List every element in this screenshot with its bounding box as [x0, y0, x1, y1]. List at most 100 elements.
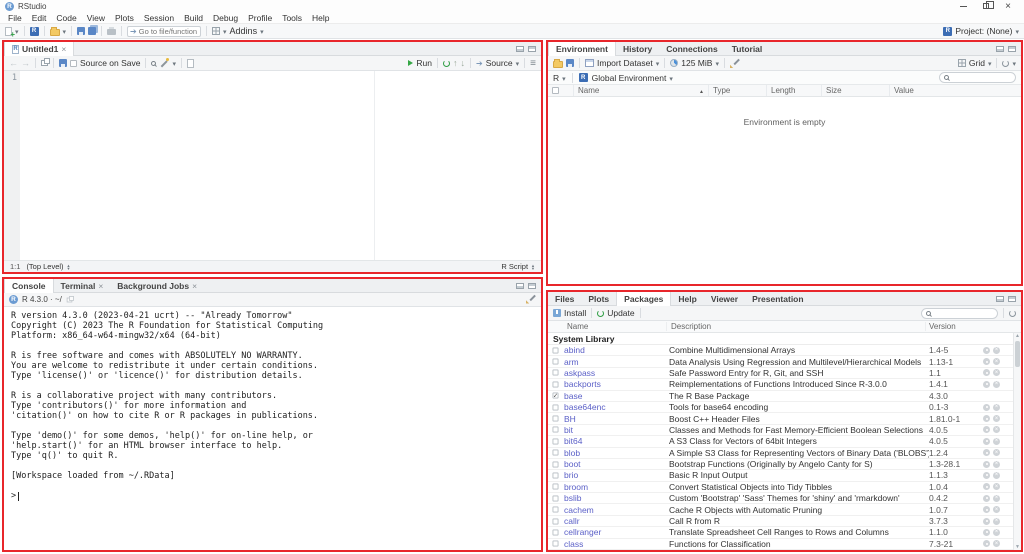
package-name-link[interactable]: cachem [559, 505, 669, 515]
menu-item[interactable]: Help [307, 13, 334, 23]
language-selector[interactable]: R [553, 73, 566, 83]
browse-package-icon[interactable] [983, 426, 990, 433]
package-row[interactable]: brio Basic R Input Output 1.1.3 × [548, 470, 1013, 481]
package-row[interactable]: callr Call R from R 3.7.3 × [548, 516, 1013, 527]
tab-close-icon[interactable] [192, 281, 197, 291]
pane-layout-caret-icon[interactable] [223, 26, 227, 36]
browse-package-icon[interactable] [983, 540, 990, 547]
filetype-selector[interactable]: R Script [501, 262, 535, 271]
package-name-link[interactable]: backports [559, 379, 669, 389]
environment-scope-selector[interactable]: Global Environment [592, 73, 673, 83]
browse-package-icon[interactable] [983, 438, 990, 445]
menu-item[interactable]: Debug [208, 13, 243, 23]
menu-item[interactable]: View [82, 13, 110, 23]
menu-item[interactable]: Build [179, 13, 208, 23]
open-file-caret-icon[interactable] [63, 26, 67, 36]
package-row[interactable]: askpass Safe Password Entry for R, Git, … [548, 368, 1013, 379]
remove-package-icon[interactable]: × [993, 381, 1000, 388]
package-name-link[interactable]: askpass [559, 368, 669, 378]
remove-package-icon[interactable]: × [993, 369, 1000, 376]
console-prompt-line[interactable]: > [11, 491, 541, 501]
project-button[interactable]: Project: (None) [955, 26, 1019, 36]
package-row[interactable]: arm Data Analysis Using Regression and M… [548, 356, 1013, 367]
tab-connections[interactable]: Connections [659, 42, 724, 55]
compile-report-icon[interactable] [187, 59, 194, 68]
pane-maximize-icon[interactable] [528, 46, 536, 52]
remove-package-icon[interactable]: × [993, 358, 1000, 365]
package-name-link[interactable]: brio [559, 470, 669, 480]
code-editor[interactable]: 1 [4, 71, 541, 260]
package-name-link[interactable]: BH [559, 414, 669, 424]
save-all-icon[interactable] [88, 27, 96, 35]
package-loaded-checkbox[interactable] [553, 484, 559, 490]
browse-package-icon[interactable] [983, 347, 990, 354]
menu-item[interactable]: Edit [27, 13, 52, 23]
package-row[interactable]: cellranger Translate Spreadsheet Cell Ra… [548, 527, 1013, 538]
memory-usage-icon[interactable] [670, 59, 678, 67]
browse-package-icon[interactable] [983, 369, 990, 376]
open-file-icon[interactable] [50, 29, 60, 36]
code-tools-icon[interactable] [159, 58, 169, 68]
package-loaded-checkbox[interactable] [553, 438, 559, 444]
package-name-link[interactable]: bit [559, 425, 669, 435]
environment-search-box[interactable] [939, 72, 1016, 83]
tab-history[interactable]: History [616, 42, 659, 55]
remove-package-icon[interactable]: × [993, 426, 1000, 433]
package-loaded-checkbox[interactable] [553, 370, 559, 376]
package-name-link[interactable]: callr [559, 516, 669, 526]
remove-package-icon[interactable]: × [993, 461, 1000, 468]
browse-package-icon[interactable] [983, 495, 990, 502]
scope-selector[interactable]: (Top Level) [26, 262, 70, 271]
menu-item[interactable]: Code [51, 13, 81, 23]
browse-package-icon[interactable] [983, 404, 990, 411]
tab-plots[interactable]: Plots [581, 292, 616, 305]
code-tools-caret-icon[interactable] [172, 58, 176, 68]
console-output[interactable]: R version 4.3.0 (2023-04-21 ucrt) -- "Al… [4, 307, 541, 550]
tab-close-icon[interactable] [98, 281, 103, 291]
remove-package-icon[interactable]: × [993, 438, 1000, 445]
package-name-link[interactable]: bslib [559, 493, 669, 503]
menu-item[interactable]: File [3, 13, 27, 23]
tab-close-icon[interactable] [61, 44, 66, 54]
remove-package-icon[interactable]: × [993, 506, 1000, 513]
package-row[interactable]: abind Combine Multidimensional Arrays 1.… [548, 345, 1013, 356]
column-header-name[interactable]: Name [574, 85, 709, 96]
source-on-save-checkbox[interactable] [70, 60, 77, 67]
package-row[interactable]: base The R Base Package 4.3.0 × [548, 391, 1013, 402]
scrollbar[interactable]: ▲ ▼ [1013, 333, 1021, 550]
package-loaded-checkbox[interactable] [553, 427, 559, 433]
browse-package-icon[interactable] [983, 449, 990, 456]
pane-minimize-icon[interactable] [996, 296, 1004, 302]
browse-package-icon[interactable] [983, 472, 990, 479]
tab-presentation[interactable]: Presentation [745, 292, 811, 305]
source-file-icon[interactable] [476, 58, 483, 68]
remove-package-icon[interactable]: × [993, 347, 1000, 354]
menu-item[interactable]: Profile [243, 13, 277, 23]
package-row[interactable]: bit Classes and Methods for Fast Memory-… [548, 425, 1013, 436]
packages-search-box[interactable] [921, 308, 998, 319]
remove-package-icon[interactable]: × [993, 449, 1000, 456]
clear-workspace-icon[interactable] [730, 58, 740, 68]
scrollbar-thumb[interactable] [1015, 341, 1020, 367]
console-popout-icon[interactable] [66, 297, 72, 302]
package-name-link[interactable]: broom [559, 482, 669, 492]
package-loaded-checkbox[interactable] [553, 393, 559, 399]
package-loaded-checkbox[interactable] [553, 473, 559, 479]
package-row[interactable]: class Functions for Classification 7.3-2… [548, 539, 1013, 550]
package-name-link[interactable]: boot [559, 459, 669, 469]
browse-package-icon[interactable] [983, 415, 990, 422]
refresh-packages-icon[interactable] [1009, 310, 1016, 317]
package-loaded-checkbox[interactable] [553, 518, 559, 524]
new-file-icon[interactable] [5, 27, 12, 36]
remove-package-icon[interactable]: × [993, 404, 1000, 411]
select-all-checkbox[interactable] [552, 87, 559, 94]
previous-chunk-icon[interactable] [453, 58, 458, 68]
package-loaded-checkbox[interactable] [553, 347, 559, 353]
print-icon[interactable] [107, 29, 116, 35]
browse-package-icon[interactable] [983, 529, 990, 536]
addins-button[interactable]: Addins [230, 26, 264, 36]
remove-package-icon[interactable]: × [993, 540, 1000, 547]
column-header-name[interactable]: Name [548, 322, 666, 331]
package-row[interactable]: backports Reimplementations of Functions… [548, 379, 1013, 390]
package-row[interactable]: boot Bootstrap Functions (Originally by … [548, 459, 1013, 470]
